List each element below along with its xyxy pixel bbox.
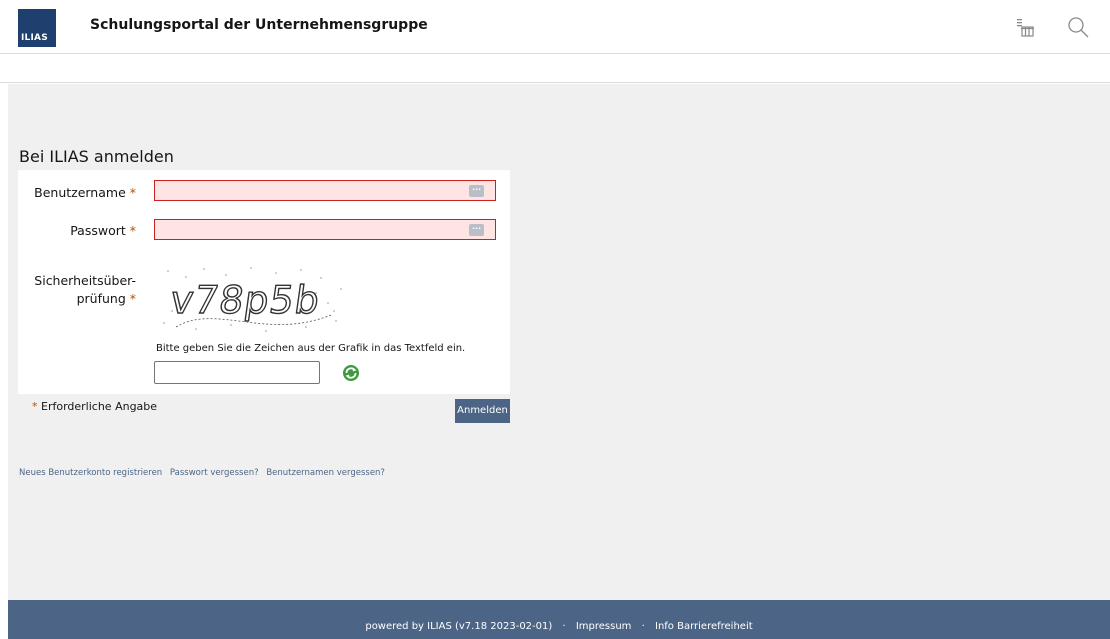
account-links: Neues Benutzerkonto registrieren Passwor… — [19, 468, 390, 478]
powered-by: powered by ILIAS (v7.18 2023-02-01) — [365, 621, 553, 632]
captcha-image: v78p5b — [163, 267, 342, 332]
accessibility-link[interactable]: Info Barrierefreiheit — [655, 621, 753, 632]
logo-text: ILIAS — [21, 33, 48, 43]
imprint-link[interactable]: Impressum — [576, 621, 632, 632]
required-marker: * — [129, 223, 136, 238]
login-form: Benutzername * ··· Passwort * ··· Sicher… — [18, 170, 510, 394]
required-marker: * — [129, 291, 136, 306]
captcha-hint: Bitte geben Sie die Zeichen aus der Graf… — [156, 343, 466, 354]
register-link[interactable]: Neues Benutzerkonto registrieren — [19, 468, 162, 478]
username-field[interactable]: ··· — [154, 180, 496, 201]
password-label: Passwort * — [70, 223, 136, 238]
password-manager-icon[interactable]: ··· — [469, 224, 484, 236]
footer: powered by ILIAS (v7.18 2023-02-01) · Im… — [8, 600, 1110, 639]
footer-separator: · — [641, 621, 645, 632]
password-field[interactable]: ··· — [154, 219, 496, 240]
username-label: Benutzername * — [34, 185, 136, 200]
breadcrumb-bar — [0, 55, 1110, 83]
page-title: Bei ILIAS anmelden — [19, 147, 174, 166]
search-icon[interactable] — [1066, 15, 1090, 39]
reload-captcha-icon[interactable] — [342, 364, 360, 382]
forgot-password-link[interactable]: Passwort vergessen? — [170, 468, 259, 478]
captcha-text: v78p5b — [168, 279, 323, 323]
tools-icon[interactable] — [1012, 15, 1036, 39]
password-manager-icon[interactable]: ··· — [469, 185, 484, 197]
top-header: ILIAS Schulungsportal der Unternehmensgr… — [0, 0, 1110, 54]
left-margin — [0, 84, 8, 639]
ilias-logo[interactable]: ILIAS — [18, 9, 56, 47]
captcha-input[interactable] — [154, 361, 320, 384]
forgot-username-link[interactable]: Benutzernamen vergessen? — [266, 468, 385, 478]
required-note: * Erforderliche Angabe — [32, 400, 158, 413]
login-button[interactable]: Anmelden — [455, 399, 510, 423]
main-content: Bei ILIAS anmelden Benutzername * ··· Pa… — [8, 84, 1110, 600]
footer-separator: · — [562, 621, 566, 632]
captcha-label: Sicherheitsüber- prüfung * — [34, 273, 136, 306]
required-marker: * — [129, 185, 136, 200]
portal-title: Schulungsportal der Unternehmensgruppe — [90, 17, 428, 33]
